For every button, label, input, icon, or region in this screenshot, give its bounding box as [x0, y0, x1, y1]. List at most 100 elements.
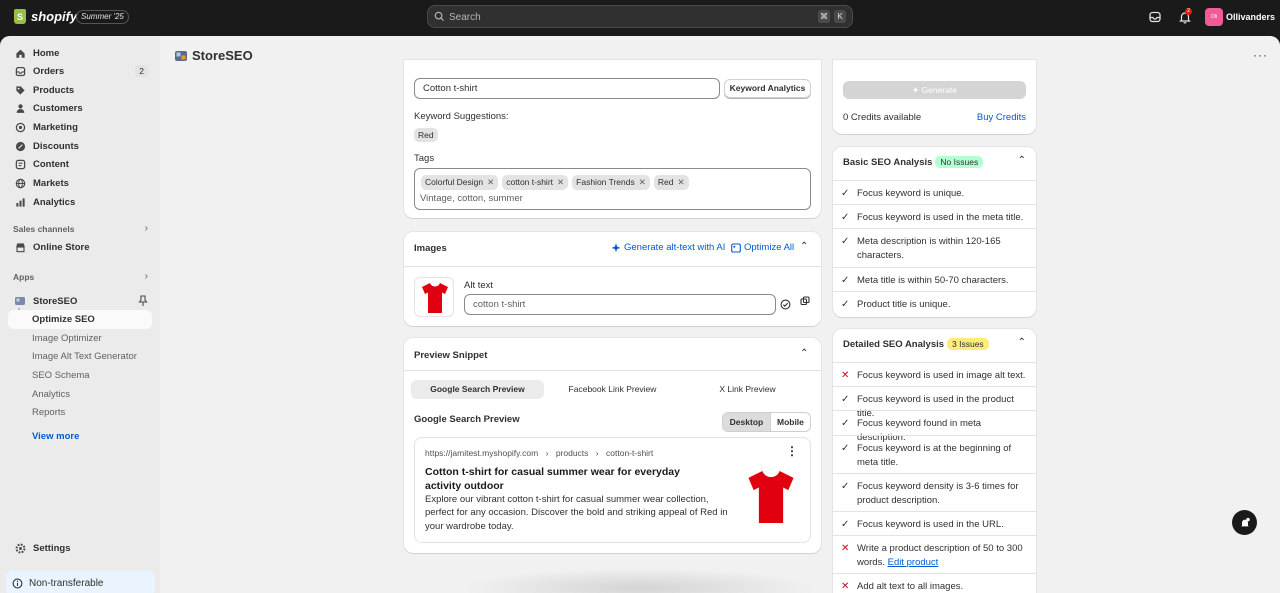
tag-chip: cotton t-shirt ✕ — [502, 175, 569, 190]
result-title: Cotton t-shirt for casual summer wear fo… — [425, 466, 680, 492]
nav-settings[interactable]: Settings — [8, 539, 152, 557]
sub-item-image-alt-text-generator[interactable]: Image Alt Text Generator — [32, 351, 137, 362]
nav-customers[interactable]: Customers — [8, 99, 152, 117]
images-card-title: Images — [414, 243, 447, 254]
google-result-preview: https://jamitest.myshopify.com › product… — [414, 437, 811, 543]
chevron-right-icon[interactable]: › — [145, 271, 148, 282]
alt-text-input[interactable]: cotton t-shirt — [464, 294, 776, 315]
check-icon: ✓ — [841, 236, 850, 247]
sub-item-image-optimizer[interactable]: Image Optimizer — [32, 333, 102, 344]
inbox-icon[interactable] — [1148, 10, 1162, 24]
discount-icon — [14, 140, 26, 152]
sales-channels-heading[interactable]: Sales channels — [13, 224, 74, 234]
tags-input-placeholder[interactable]: Vintage, cotton, summer — [420, 193, 523, 204]
analysis-item: ✓ Focus keyword is unique. — [833, 180, 1036, 207]
nav-products[interactable]: Products — [8, 81, 152, 99]
keyword-suggestions-label: Keyword Suggestions: — [414, 111, 509, 122]
bell-plus-icon — [1240, 517, 1250, 526]
store-name[interactable]: Ollivanders — [1226, 12, 1275, 22]
nav-marketing[interactable]: Marketing — [8, 118, 152, 136]
sub-item-optimize-seo[interactable]: Optimize SEO — [32, 314, 95, 325]
analysis-item: ✓ Meta description is within 120-165 char… — [833, 228, 1036, 268]
non-transferable-banner[interactable]: Non-transferable — [6, 571, 155, 593]
check-icon: ✓ — [841, 418, 850, 429]
nav-content[interactable]: Content — [8, 155, 152, 173]
sub-item-seo-schema[interactable]: SEO Schema — [32, 370, 90, 381]
x-icon: ✕ — [841, 370, 850, 381]
buy-credits-link[interactable]: Buy Credits — [977, 112, 1026, 123]
nav-analytics[interactable]: Analytics — [8, 193, 152, 211]
analysis-item: ✓ Product title is unique. — [833, 291, 1036, 318]
sidebar: Home Orders 2 Products Customers Marketi… — [0, 36, 160, 593]
nav-online-store[interactable]: Online Store — [8, 238, 152, 256]
mobile-toggle-button[interactable]: Mobile — [769, 413, 810, 431]
remove-tag-icon[interactable]: ✕ — [639, 177, 646, 187]
nav-discounts[interactable]: Discounts — [8, 137, 152, 155]
search-placeholder: Search — [449, 12, 481, 23]
notification-fab[interactable] — [1232, 510, 1257, 535]
chevron-up-icon[interactable]: ⌃ — [1018, 155, 1026, 166]
loading-shadow — [460, 568, 820, 593]
credits-card: ✦ Generate 0 Credits available Buy Credi… — [833, 60, 1036, 134]
tab-x-link-preview[interactable]: X Link Preview — [681, 380, 814, 399]
remove-tag-icon[interactable]: ✕ — [677, 177, 684, 187]
nav-home[interactable]: Home — [8, 44, 152, 62]
desktop-toggle-button[interactable]: Desktop — [723, 413, 770, 431]
shopify-logo[interactable]: S shopify — [14, 9, 77, 24]
save-check-icon[interactable] — [780, 299, 791, 310]
chevron-right-icon[interactable]: › — [145, 223, 148, 234]
copy-icon[interactable] — [800, 296, 810, 306]
tab-google-search-preview[interactable]: Google Search Preview — [411, 380, 544, 399]
product-image-thumbnail[interactable] — [414, 277, 454, 317]
chevron-up-icon[interactable]: ⌃ — [800, 241, 808, 252]
x-icon: ✕ — [841, 543, 850, 554]
preview-snippet-card: Preview Snippet ⌃ Google Search Preview … — [404, 338, 821, 553]
search-bar[interactable]: Search ⌘ K — [427, 5, 853, 28]
store-avatar[interactable]: Oli — [1205, 8, 1223, 26]
result-crumb-slug: cotton-t-shirt — [606, 448, 654, 458]
remove-tag-icon[interactable]: ✕ — [487, 177, 494, 187]
check-icon: ✓ — [841, 275, 850, 286]
chart-icon — [14, 196, 26, 208]
tshirt-image — [422, 283, 448, 313]
chevron-up-icon[interactable]: ⌃ — [800, 348, 808, 359]
check-icon: ✓ — [841, 443, 850, 454]
tag-chips: Colorful Design ✕ cotton t-shirt ✕ Fashion T… — [421, 175, 804, 190]
chevron-up-icon[interactable]: ⌃ — [1018, 337, 1026, 348]
detailed-analysis-header[interactable]: Detailed SEO Analysis 3 Issues — [843, 338, 989, 350]
tab-facebook-link-preview[interactable]: Facebook Link Preview — [546, 380, 679, 399]
tags-field[interactable]: Colorful Design ✕ cotton t-shirt ✕ Fashion T… — [414, 168, 811, 210]
apps-heading[interactable]: Apps — [13, 272, 34, 282]
no-issues-badge: No Issues — [935, 156, 984, 168]
nav-markets[interactable]: Markets — [8, 174, 152, 192]
generate-alt-text-link[interactable]: Generate alt-text with AI — [611, 242, 725, 253]
shortcut-key-cmd: ⌘ — [818, 10, 830, 23]
person-icon — [14, 102, 26, 114]
preview-tabs: Google Search Preview Facebook Link Prev… — [404, 372, 821, 400]
kebab-menu-icon[interactable]: ⋮ — [786, 445, 798, 457]
nav-orders[interactable]: Orders 2 — [8, 62, 152, 80]
result-description: Explore our vibrant cotton t-shirt for c… — [425, 494, 728, 532]
edit-product-link[interactable]: Edit product — [888, 557, 939, 568]
sub-item-reports[interactable]: Reports — [32, 407, 65, 418]
nav-storeseo[interactable]: StoreSEO — [8, 292, 152, 310]
basic-analysis-header[interactable]: Basic SEO Analysis No Issues — [843, 156, 984, 168]
analysis-item: ✓ Focus keyword is used in the URL. — [833, 511, 1036, 538]
analysis-item: ✕ Focus keyword is used in image alt text… — [833, 362, 1036, 389]
issues-badge: 3 Issues — [947, 338, 989, 350]
focus-keyword-input[interactable]: Cotton t-shirt — [414, 78, 720, 99]
remove-tag-icon[interactable]: ✕ — [557, 177, 564, 187]
sub-item-analytics[interactable]: Analytics — [32, 389, 70, 400]
check-icon: ✓ — [841, 212, 850, 223]
pin-icon[interactable] — [138, 295, 148, 307]
keyword-analytics-button[interactable]: Keyword Analytics — [724, 79, 811, 98]
optimize-all-link[interactable]: Optimize All — [731, 242, 794, 253]
detailed-seo-analysis-card: Detailed SEO Analysis 3 Issues ⌃ ✕ Focus k… — [833, 329, 1036, 593]
sparkle-icon — [611, 242, 621, 252]
more-actions-icon[interactable]: ··· — [1253, 48, 1268, 62]
keyword-suggestion-chip[interactable]: Red — [414, 128, 438, 142]
view-more-link[interactable]: View more — [32, 431, 79, 442]
globe-icon — [14, 177, 26, 189]
generate-button[interactable]: ✦ Generate — [843, 81, 1026, 99]
check-icon: ✓ — [841, 519, 850, 530]
